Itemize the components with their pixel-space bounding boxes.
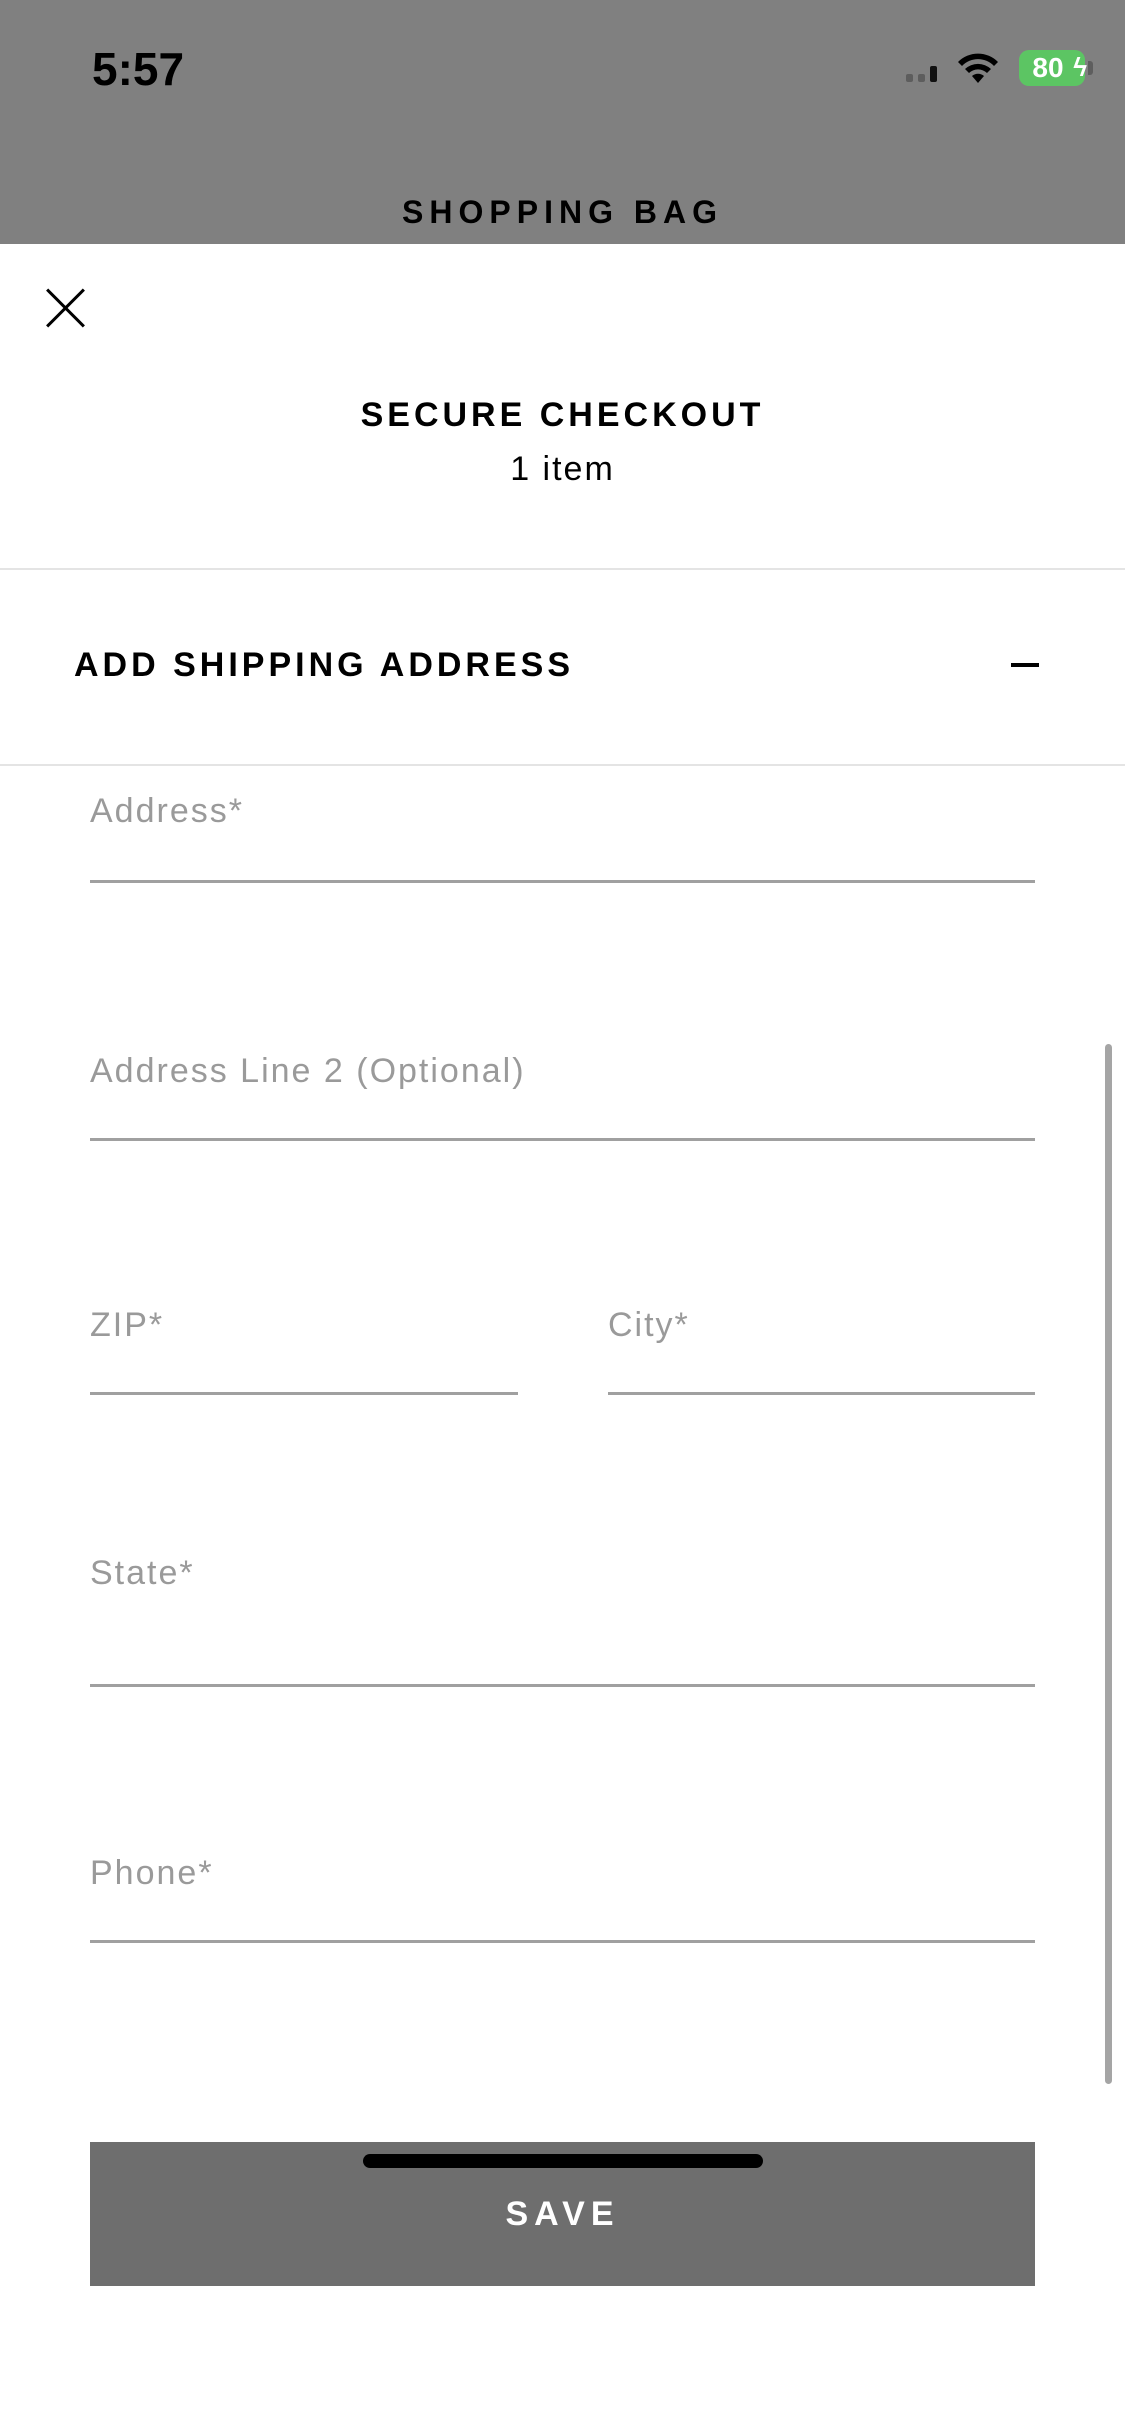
phone-label: Phone* <box>90 1854 214 1892</box>
checkout-sheet: SECURE CHECKOUT 1 item ADD SHIPPING ADDR… <box>0 244 1125 2436</box>
state-label: State* <box>90 1554 195 1592</box>
address-line2-field[interactable]: Address Line 2 (Optional) <box>90 1052 1035 1142</box>
field-underline <box>608 1392 1035 1395</box>
field-underline <box>90 1392 518 1395</box>
state-field[interactable]: State* <box>90 1554 1035 1688</box>
minus-icon[interactable] <box>1011 663 1039 667</box>
close-icon[interactable] <box>44 286 88 330</box>
status-icons: 80 ϟ <box>906 48 1093 88</box>
section-title: ADD SHIPPING ADDRESS <box>74 645 575 684</box>
dimmed-backdrop[interactable]: 5:57 80 ϟ SHOPPING BAG <box>0 0 1125 244</box>
item-count: 1 item <box>510 450 615 488</box>
city-label: City* <box>608 1306 690 1344</box>
battery-level: 80 <box>1032 52 1064 83</box>
status-time: 5:57 <box>92 43 185 95</box>
shipping-address-section-header[interactable]: ADD SHIPPING ADDRESS <box>0 570 1125 760</box>
battery-icon: 80 ϟ <box>1019 50 1093 86</box>
phone-field[interactable]: Phone* <box>90 1854 1035 1944</box>
address-label: Address* <box>90 792 244 830</box>
sheet-title: SECURE CHECKOUT <box>360 396 765 434</box>
zip-field[interactable]: ZIP* <box>90 1306 518 1396</box>
city-field[interactable]: City* <box>608 1306 1035 1396</box>
field-underline <box>90 1138 1035 1141</box>
address-field[interactable]: Address* <box>90 792 1035 884</box>
wifi-icon <box>958 53 998 83</box>
field-underline <box>90 880 1035 883</box>
charging-bolt-icon: ϟ <box>1073 52 1087 82</box>
field-underline <box>90 1684 1035 1687</box>
field-underline <box>90 1940 1035 1943</box>
signal-icon <box>906 54 937 82</box>
background-page-title: SHOPPING BAG <box>402 194 723 230</box>
screen: 5:57 80 ϟ SHOPPING BAG SECURE CHECKOUT 1… <box>0 0 1125 2436</box>
address-line2-label: Address Line 2 (Optional) <box>90 1052 526 1090</box>
scrollbar[interactable] <box>1105 1044 1112 2084</box>
zip-label: ZIP* <box>90 1306 165 1344</box>
home-indicator[interactable] <box>363 2154 763 2168</box>
divider <box>0 764 1125 766</box>
